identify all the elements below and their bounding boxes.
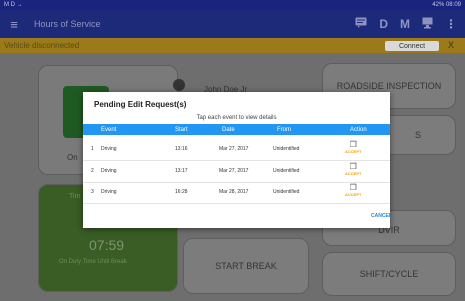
accept-button[interactable]: ❒ ACCEPT [345, 162, 362, 177]
timer-heading: Tim [69, 193, 81, 200]
row-from: Unidentified [273, 146, 300, 152]
row-event: Driving [101, 189, 117, 195]
table-row[interactable]: 3 Driving 16:28 Mar 28, 2017 Unidentifie… [83, 182, 390, 202]
app-bar-actions: D M ⋮ [355, 17, 465, 32]
accept-button[interactable]: ❒ ACCEPT [345, 140, 362, 155]
row-divider [83, 203, 390, 204]
accept-label: ACCEPT [345, 192, 362, 197]
banner-close-button[interactable]: X [448, 40, 454, 50]
table-row[interactable]: 1 Driving 13:16 Mar 27, 2017 Unidentifie… [83, 139, 390, 159]
vehicle-status-banner: Vehicle disconnected Connect X [0, 38, 465, 53]
row-event: Driving [101, 146, 117, 152]
duty-status-label: On [67, 153, 78, 162]
comment-icon: ❒ [349, 183, 357, 192]
device-icon[interactable] [422, 17, 433, 32]
cancel-button[interactable]: CANCEL [371, 213, 392, 219]
row-start: 13:16 [175, 146, 188, 152]
app-bar: ≡ Hours of Service D M ⋮ [0, 10, 465, 38]
overflow-menu-icon[interactable]: ⋮ [445, 17, 457, 31]
row-number: 2 [91, 168, 94, 174]
pending-edit-requests-dialog: Pending Edit Request(s) Tap each event t… [83, 92, 392, 228]
row-from: Unidentified [273, 168, 300, 174]
column-header-start: Start [175, 126, 188, 133]
column-header-event: Event [101, 126, 117, 133]
timer-value: 07:59 [89, 237, 125, 253]
row-date: Mar 28, 2017 [219, 189, 249, 195]
duty-status-m-button[interactable]: M [400, 17, 410, 31]
row-from: Unidentified [273, 189, 300, 195]
accept-label: ACCEPT [345, 149, 362, 154]
timer-caption: On Duty Time Until Break [59, 259, 127, 265]
status-bar-icons: M D → [4, 2, 23, 8]
status-bar-battery-time: 42% 08:09 [432, 2, 461, 8]
banner-text: Vehicle disconnected [4, 41, 80, 50]
message-icon[interactable] [355, 17, 367, 31]
avatar [173, 79, 185, 91]
column-header-from: From [277, 126, 291, 133]
accept-label: ACCEPT [345, 171, 362, 176]
dialog-hint: Tap each event to view details [196, 115, 277, 121]
row-event: Driving [101, 168, 117, 174]
duty-status-d-button[interactable]: D [379, 17, 388, 31]
column-header-date: Date [222, 126, 235, 133]
status-bar: M D → 42% 08:09 [0, 0, 465, 10]
row-number: 1 [91, 146, 94, 152]
comment-icon: ❒ [349, 162, 357, 171]
menu-icon[interactable]: ≡ [0, 17, 28, 32]
shift-cycle-button[interactable]: SHIFT/CYCLE [322, 252, 456, 296]
dialog-title: Pending Edit Request(s) [94, 100, 187, 109]
table-row[interactable]: 2 Driving 13:17 Mar 27, 2017 Unidentifie… [83, 161, 390, 181]
comment-icon: ❒ [349, 140, 357, 149]
connect-button[interactable]: Connect [385, 41, 439, 51]
row-number: 3 [91, 189, 94, 195]
column-header-action: Action [350, 126, 367, 133]
row-date: Mar 27, 2017 [219, 146, 249, 152]
row-start: 16:28 [175, 189, 188, 195]
accept-button[interactable]: ❒ ACCEPT [345, 183, 362, 198]
app-title: Hours of Service [34, 19, 101, 29]
row-start: 13:17 [175, 168, 188, 174]
row-date: Mar 27, 2017 [219, 168, 249, 174]
table-header: Event Start Date From Action [83, 124, 390, 135]
start-break-button[interactable]: START BREAK [183, 238, 309, 294]
